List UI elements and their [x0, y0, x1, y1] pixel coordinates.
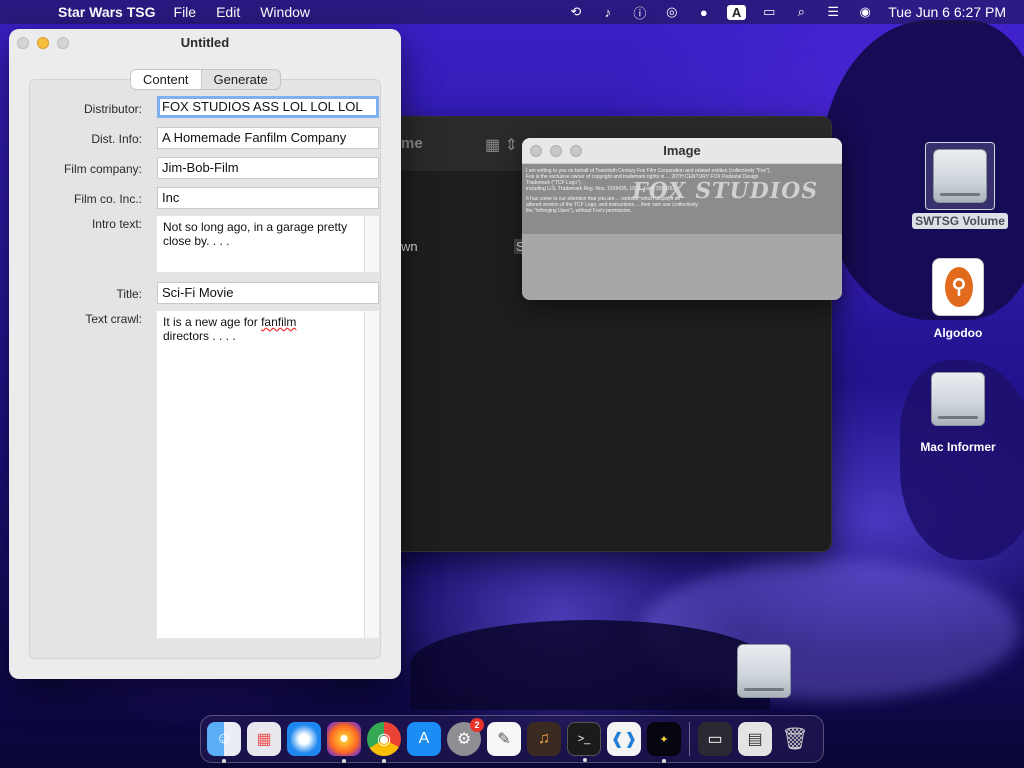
text-crawl-scrollbar[interactable] [364, 311, 379, 638]
text-crawl-label: Text crawl: [85, 312, 142, 326]
intro-text-label: Intro text: [91, 217, 142, 231]
tab-content[interactable]: Content [131, 70, 202, 89]
window-title: Untitled [180, 35, 230, 50]
background-window-text: wn [401, 239, 418, 254]
safari-icon[interactable]: ✧ [287, 722, 321, 756]
drive-icon [931, 372, 985, 426]
image-window[interactable]: Image I am writing to you on behalf of T… [522, 138, 842, 300]
film-co-inc-label: Film co. Inc.: [73, 192, 142, 206]
airplay-icon[interactable]: ◎ [663, 4, 681, 20]
content-panel: Distributor: FOX STUDIOS ASS LOL LOL LOL… [29, 79, 381, 659]
background-window-title: me [401, 135, 423, 152]
dock-separator [689, 722, 690, 756]
intro-text-scrollbar[interactable] [364, 216, 379, 272]
desktop-icon-swtsg-volume[interactable]: SWTSG Volume [908, 142, 1012, 229]
time-machine-icon[interactable]: ⟲ [567, 4, 585, 20]
firefox-icon[interactable]: ● [327, 722, 361, 763]
star-wars-tsg-icon[interactable]: ✦ [647, 722, 681, 763]
title-label: Title: [116, 287, 142, 301]
menu-clock[interactable]: Tue Jun 6 6:27 PM [888, 4, 1006, 20]
desktop-icon-drive[interactable] [734, 644, 794, 698]
notification-badge: 2 [470, 718, 484, 732]
chrome-icon[interactable]: ◉ [367, 722, 401, 763]
tab-generate[interactable]: Generate [202, 70, 280, 89]
app-store-icon[interactable]: A [407, 722, 441, 756]
desktop-icon-label: Algodoo [933, 326, 983, 340]
view-grid-icon[interactable]: ▦ ⇕ [485, 135, 518, 155]
vscode-icon[interactable]: ❰❱ [607, 722, 641, 756]
image-window-titlebar: Image [522, 138, 842, 164]
main-window[interactable]: Untitled Content Generate Distributor: F… [9, 29, 401, 679]
status-area: ⟲ ♪ ⓘ ◎ ● A ▭ ⌕ ☰ ◉ Tue Jun 6 6:27 PM [567, 4, 1014, 21]
menu-bar: Star Wars TSG File Edit Window ⟲ ♪ ⓘ ◎ ●… [0, 0, 1024, 24]
control-center-icon[interactable]: ☰ [824, 4, 842, 20]
textedit-icon[interactable]: ✎ [487, 722, 521, 756]
distributor-field[interactable]: FOX STUDIOS ASS LOL LOL LOL [157, 96, 379, 118]
main-window-titlebar: Untitled [9, 29, 401, 57]
user-account-icon[interactable]: ● [695, 4, 713, 20]
dist-info-field[interactable]: A Homemade Fanfilm Company [157, 127, 379, 149]
drive-icon [737, 644, 791, 698]
downloads-stack-icon[interactable]: ▤ [738, 722, 772, 756]
intro-text-value: Not so long ago, in a garage pretty clos… [163, 220, 348, 248]
drive-icon [933, 149, 987, 203]
image-preview-empty-area [522, 234, 842, 300]
spotlight-search-icon[interactable]: ⌕ [792, 4, 810, 20]
dock: ☺ ▦ ✧ ● ◉ A ⚙ 2 ✎ ♫ >_ ❰❱ ✦ ▭ ▤ 🗑 [200, 715, 824, 763]
image-preview: I am writing to you on behalf of Twentie… [522, 164, 842, 234]
dist-info-label: Dist. Info: [91, 132, 142, 146]
trash-icon[interactable]: 🗑 [778, 722, 812, 756]
film-company-field[interactable]: Jim-Bob-Film [157, 157, 379, 179]
finder-icon[interactable]: ☺ [207, 722, 241, 763]
desktop-icon-mac-informer[interactable]: Mac Informer [908, 372, 1008, 454]
misspelled-word: fanfilm [261, 315, 297, 329]
file-menu[interactable]: File [174, 4, 197, 20]
film-co-inc-field[interactable]: Inc [157, 187, 379, 209]
text-crawl-area[interactable]: It is a new age for fanfilm directors . … [157, 311, 379, 638]
desktop-icon-label: SWTSG Volume [912, 213, 1008, 229]
fox-studios-logo: FOX STUDIOS [629, 178, 821, 204]
app-menu[interactable]: Star Wars TSG [58, 4, 156, 20]
terminal-icon[interactable]: >_ [567, 722, 601, 762]
minimized-window-thumbnail[interactable]: ▭ [698, 722, 732, 756]
edit-menu[interactable]: Edit [216, 4, 240, 20]
intro-text-area[interactable]: Not so long ago, in a garage pretty clos… [157, 216, 379, 272]
accessibility-icon[interactable]: ⓘ [631, 4, 649, 21]
launchpad-icon[interactable]: ▦ [247, 722, 281, 756]
screen-mirroring-icon[interactable]: ▭ [760, 4, 778, 20]
hearing-icon[interactable]: ♪ [599, 4, 617, 20]
algodoo-app-icon: ⚲ [932, 258, 984, 316]
garageband-icon[interactable]: ♫ [527, 722, 561, 756]
window-menu[interactable]: Window [260, 4, 310, 20]
title-field[interactable]: Sci-Fi Movie [157, 282, 379, 304]
wallpaper-foliage [410, 620, 770, 710]
tab-bar: Content Generate [130, 69, 281, 90]
distributor-label: Distributor: [83, 102, 142, 116]
system-settings-icon[interactable]: ⚙ 2 [447, 718, 484, 756]
siri-icon[interactable]: ◉ [856, 4, 874, 20]
image-window-title: Image [663, 143, 701, 158]
film-company-label: Film company: [63, 162, 142, 176]
desktop-icon-label: Mac Informer [920, 440, 996, 454]
desktop-icon-algodoo[interactable]: ⚲ Algodoo [908, 258, 1008, 340]
input-source-indicator[interactable]: A [726, 4, 747, 20]
